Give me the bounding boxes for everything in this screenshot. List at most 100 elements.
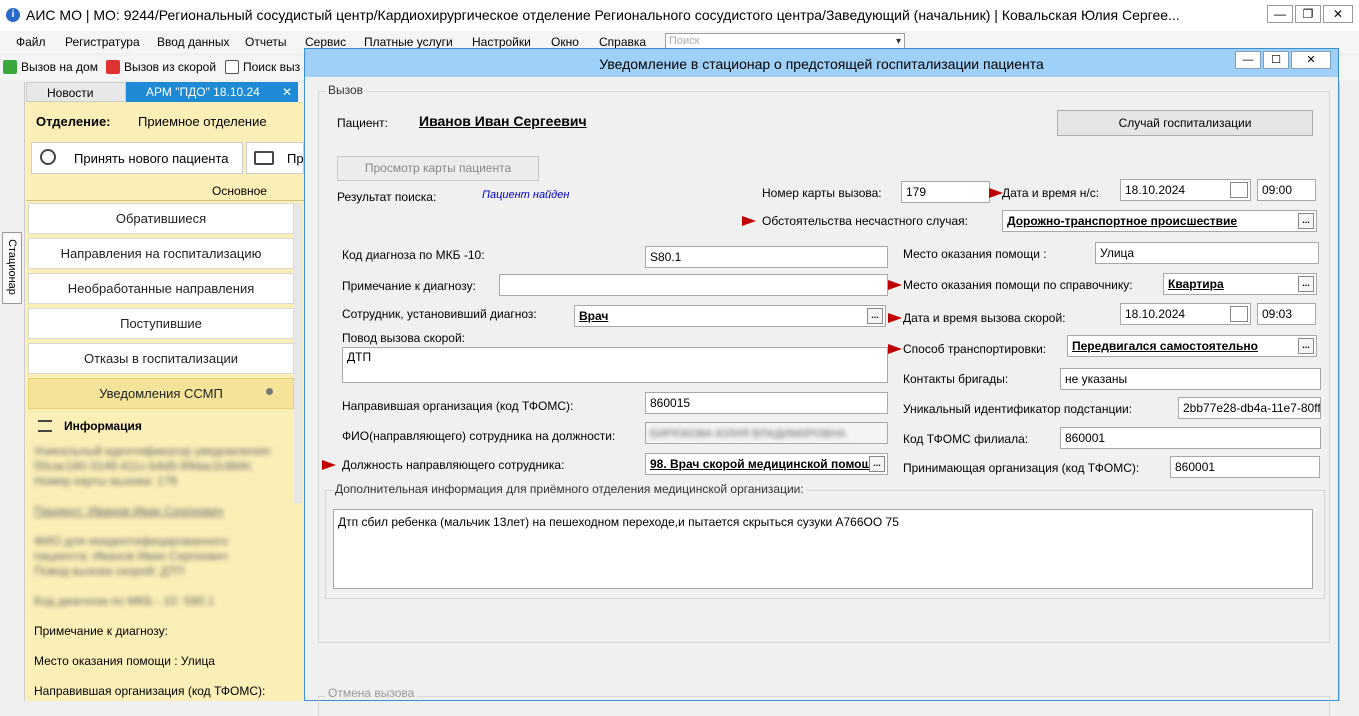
ellipsis-button[interactable]: ... [869,456,885,472]
nav-scrollbar[interactable] [294,203,302,503]
info-blurred-line: 00cac180-3148-411c-b4d5-99dac2c8b9c [34,459,252,473]
circumstances-select[interactable]: Дорожно-транспортное происшествие ... [1002,210,1317,232]
close-tab-icon[interactable]: ✕ [282,82,292,102]
chevron-down-icon[interactable]: ▾ [896,34,901,49]
patient-name-link[interactable]: Иванов Иван Сергеевич [419,113,587,129]
info-blurred-line: Пациент: Иванов Иван Сергеевич [34,504,224,518]
info-diag-note: Примечание к диагнозу: [34,624,168,638]
cancel-group [318,696,1330,716]
nav-refusals[interactable]: Отказы в госпитализации [28,343,294,374]
menu-service[interactable]: Сервис [305,35,346,49]
calendar-icon[interactable] [1230,182,1248,198]
window-title: АИС МО | МО: 9244/Региональный сосудисты… [26,7,1180,23]
status-dot-icon [266,388,273,395]
app-info-icon: i [6,8,20,22]
nav-ssmp-notifications[interactable]: Уведомления ССМП [28,378,294,409]
ambulance-icon [106,60,120,74]
menu-window[interactable]: Окно [551,35,579,49]
dialog-close-button[interactable]: ✕ [1291,51,1331,69]
ellipsis-button[interactable]: ... [1298,276,1314,292]
section-main-label: Основное [212,184,267,198]
main-titlebar: i АИС МО | МО: 9244/Региональный сосудис… [0,0,1359,32]
home-call-button[interactable]: Вызов на дом [3,60,98,74]
nav-admitted[interactable]: Поступившие [28,308,294,339]
nav-hospital-referrals[interactable]: Направления на госпитализацию [28,238,294,269]
receiving-org-input[interactable]: 860001 [1170,456,1320,478]
tab-stationary[interactable]: Стационар [2,232,22,304]
accept-patient-button[interactable]: Принять нового пациента [31,142,243,174]
accident-datetime-label: Дата и время н/с: [1002,186,1100,200]
call-card-input[interactable]: 179 [901,181,990,203]
mkb-input[interactable]: S80.1 [645,246,888,268]
id-card-icon [254,151,274,165]
minimize-button[interactable]: — [1267,5,1293,23]
tfoms-branch-label: Код ТФОМС филиала: [903,432,1029,446]
restore-button[interactable]: ❐ [1295,5,1321,23]
main-window-edge [1339,82,1359,701]
info-blurred-line: Уникальный идентификатор уведомления: [34,444,273,458]
team-contacts-input[interactable]: не указаны [1060,368,1321,390]
call-date-input[interactable]: 18.10.2024 [1120,303,1251,325]
place-input[interactable]: Улица [1095,242,1319,264]
menu-help[interactable]: Справка [599,35,646,49]
required-arrow-icon [888,280,902,290]
menu-settings[interactable]: Настройки [472,35,531,49]
transport-select[interactable]: Передвигался самостоятельно ... [1067,335,1317,357]
ambulance-call-button[interactable]: Вызов из скорой [106,60,216,74]
dialog-minimize-button[interactable]: — [1235,51,1261,69]
menu-data-entry[interactable]: Ввод данных [157,35,230,49]
reason-input[interactable]: ДТП [342,347,888,383]
substation-input[interactable]: 2bb77e28-db4a-11e7-80ff- [1178,397,1321,419]
mkb-label: Код диагноза по МКБ -10: [342,248,485,262]
menu-registry[interactable]: Регистратура [65,35,140,49]
call-time-input[interactable]: 09:03 [1257,303,1316,325]
menu-file[interactable]: Файл [16,35,46,49]
left-vertical-strip: Стационар [0,82,25,701]
substation-label: Уникальный идентификатор подстанции: [903,402,1133,416]
nav-unprocessed-referrals[interactable]: Необработанные направления [28,273,294,304]
cancel-group-legend: Отмена вызова [325,686,418,700]
ellipsis-button[interactable]: ... [867,308,883,324]
dialog-titlebar: Уведомление в стационар о предстоящей го… [305,49,1338,77]
add-user-icon [40,149,56,165]
close-button[interactable]: ✕ [1323,5,1353,23]
tab-news[interactable]: Новости [26,82,126,102]
fio-input: БИРЮКОВА ЮЛИЯ ВЛАДИМИРОВНА [645,422,888,444]
search-call-button[interactable]: Поиск выз [225,60,300,74]
accident-time-input[interactable]: 09:00 [1257,179,1316,201]
dialog-restore-button[interactable]: ☐ [1263,51,1289,69]
tfoms-branch-input[interactable]: 860001 [1060,427,1321,449]
nav-applied[interactable]: Обратившиеся [28,203,294,234]
org-input[interactable]: 860015 [645,392,888,414]
accident-date-input[interactable]: 18.10.2024 [1120,179,1251,201]
hospitalization-case-button[interactable]: Случай госпитализации [1057,110,1313,136]
info-blurred-line: Код диагноза по МКБ - 10: S80.1 [34,594,215,608]
dialog-title: Уведомление в стационар о предстоящей го… [599,56,1044,72]
place-label: Место оказания помощи : [903,247,1047,261]
ellipsis-button[interactable]: ... [1298,213,1314,229]
menu-reports[interactable]: Отчеты [245,35,286,49]
fio-label: ФИО(направляющего) сотрудника на должнос… [342,429,616,443]
info-blurred-line: Повод вызова скорой: ДТП [34,564,185,578]
info-place: Место оказания помощи : Улица [34,654,215,668]
info-title: Информация [64,419,142,433]
info-list-icon [38,420,52,432]
view-patient-card-button[interactable]: Просмотр карты пациента [337,156,539,181]
info-blurred-line: ФИО для неидентифицированного [34,534,228,548]
menu-paid-services[interactable]: Платные услуги [364,35,453,49]
required-arrow-icon [742,216,756,226]
ellipsis-button[interactable]: ... [1298,338,1314,354]
calendar-icon[interactable] [1230,306,1248,322]
call-datetime-label: Дата и время вызова скорой: [903,311,1066,325]
tab-arm[interactable]: АРМ "ПДО" 18.10.24 ✕ [126,82,298,102]
position-select[interactable]: 98. Врач скорой медицинской помощи ... [645,453,888,475]
extra-info-textarea[interactable]: Дтп сбил ребенка (мальчик 13лет) на пеше… [333,509,1313,589]
notification-dialog: Уведомление в стационар о предстоящей го… [304,48,1339,716]
patient-label: Пациент: [337,116,389,130]
place-ref-select[interactable]: Квартира ... [1163,273,1317,295]
second-action-button[interactable]: Пр [246,142,304,174]
diag-note-input[interactable] [499,274,888,296]
employee-select[interactable]: Врач ... [574,305,886,327]
info-org: Направившая организация (код ТФОМС): [34,684,266,698]
employee-label: Сотрудник, установивший диагноз: [342,307,537,321]
